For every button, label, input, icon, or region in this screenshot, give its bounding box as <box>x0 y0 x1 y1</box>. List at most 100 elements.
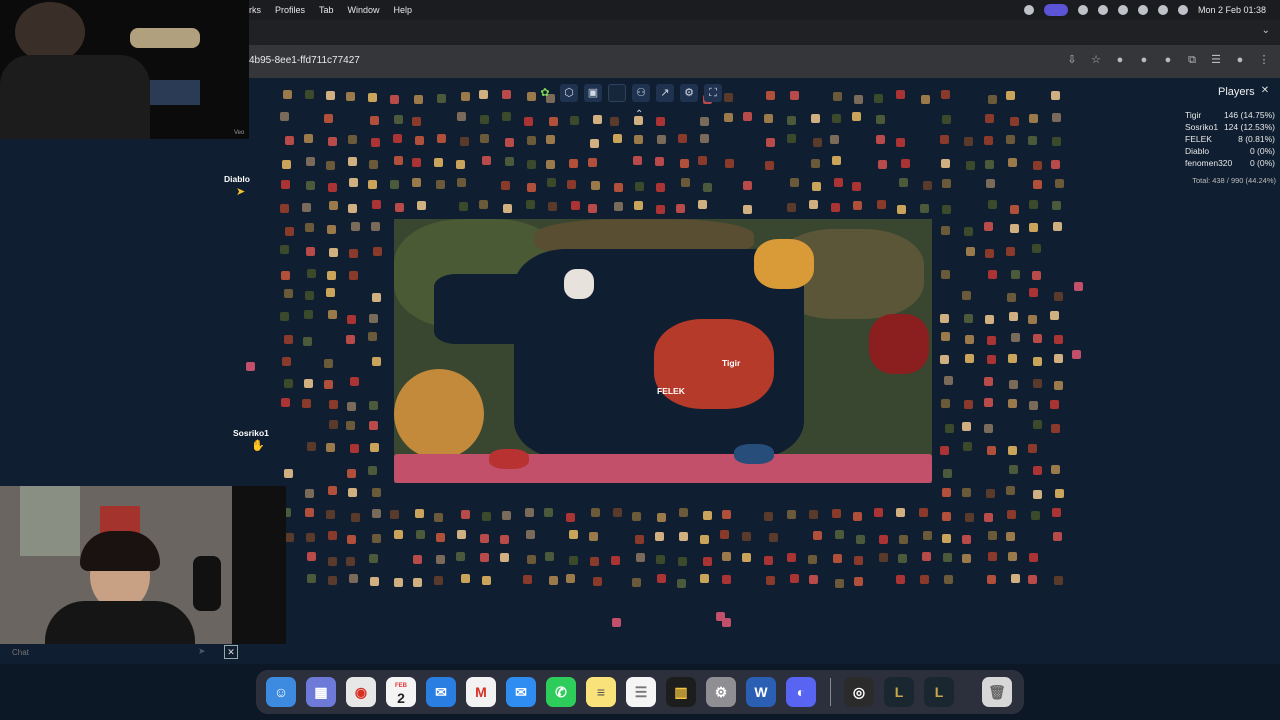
puzzle-piece[interactable] <box>722 575 731 584</box>
puzzle-piece[interactable] <box>328 486 337 495</box>
puzzle-piece[interactable] <box>962 488 971 497</box>
puzzle-piece[interactable] <box>1029 200 1038 209</box>
puzzle-piece[interactable] <box>304 379 313 388</box>
puzzle-piece[interactable] <box>304 134 313 143</box>
puzzle-piece[interactable] <box>571 201 580 210</box>
puzzle-piece[interactable] <box>876 135 885 144</box>
obs-icon[interactable]: ◎ <box>844 677 874 707</box>
puzzle-piece[interactable] <box>1028 444 1037 453</box>
menu-item-tab[interactable]: Tab <box>319 5 334 15</box>
puzzle-piece[interactable] <box>765 161 774 170</box>
puzzle-piece[interactable] <box>963 442 972 451</box>
mail-icon[interactable]: ✉ <box>506 677 536 707</box>
puzzle-piece[interactable] <box>280 245 289 254</box>
puzzle-piece[interactable] <box>879 553 888 562</box>
preview-image-icon[interactable]: ▣ <box>584 84 602 102</box>
puzzle-piece[interactable] <box>988 95 997 104</box>
puzzle-piece[interactable] <box>679 508 688 517</box>
puzzle-piece[interactable] <box>461 92 470 101</box>
puzzle-piece[interactable] <box>1033 379 1042 388</box>
puzzle-piece[interactable] <box>307 442 316 451</box>
puzzle-piece[interactable] <box>743 112 752 121</box>
puzzle-piece[interactable] <box>285 227 294 236</box>
puzzle-piece[interactable] <box>984 424 993 433</box>
puzzle-piece[interactable] <box>328 137 337 146</box>
puzzle-piece[interactable] <box>1008 158 1017 167</box>
puzzle-piece[interactable] <box>479 200 488 209</box>
puzzle-piece[interactable] <box>966 247 975 256</box>
menu-item-window[interactable]: Window <box>348 5 380 15</box>
puzzle-piece[interactable] <box>854 95 863 104</box>
puzzle-piece[interactable] <box>942 205 951 214</box>
address-url[interactable]: 4b95-8ee1-ffd711c77427 <box>249 55 360 66</box>
puzzle-piece-icon[interactable]: ✿ <box>536 84 554 102</box>
puzzle-piece[interactable] <box>350 444 359 453</box>
puzzle-piece[interactable] <box>1050 311 1059 320</box>
puzzle-piece[interactable] <box>769 533 778 542</box>
puzzle-piece[interactable] <box>878 160 887 169</box>
puzzle-piece[interactable] <box>280 312 289 321</box>
puzzle-piece[interactable] <box>1074 282 1083 291</box>
puzzle-piece[interactable] <box>326 91 335 100</box>
bookmark-star-icon[interactable]: ☆ <box>1090 54 1102 66</box>
puzzle-piece[interactable] <box>722 618 731 627</box>
puzzle-piece[interactable] <box>896 508 905 517</box>
puzzle-piece[interactable] <box>370 577 379 586</box>
puzzle-board[interactable] <box>394 219 932 483</box>
puzzle-piece[interactable] <box>984 222 993 231</box>
puzzle-piece[interactable] <box>657 574 666 583</box>
puzzle-piece[interactable] <box>1008 399 1017 408</box>
puzzle-piece[interactable] <box>329 248 338 257</box>
puzzle-piece[interactable] <box>390 180 399 189</box>
puzzle-piece[interactable] <box>373 247 382 256</box>
puzzle-piece[interactable] <box>633 156 642 165</box>
puzzle-piece[interactable] <box>346 335 355 344</box>
puzzle-piece[interactable] <box>372 357 381 366</box>
puzzle-piece[interactable] <box>965 335 974 344</box>
puzzle-piece[interactable] <box>940 446 949 455</box>
puzzle-piece[interactable] <box>349 271 358 280</box>
puzzle-piece[interactable] <box>832 114 841 123</box>
puzzle-piece[interactable] <box>283 90 292 99</box>
puzzle-piece[interactable] <box>853 201 862 210</box>
puzzle-piece[interactable] <box>614 183 623 192</box>
puzzle-piece[interactable] <box>945 424 954 433</box>
puzzle-piece[interactable] <box>1010 205 1019 214</box>
puzzle-piece[interactable] <box>372 534 381 543</box>
puzzle-piece[interactable] <box>394 530 403 539</box>
close-icon[interactable]: ✕ <box>1259 85 1271 97</box>
profile-avatar-icon[interactable]: ● <box>1234 54 1246 66</box>
puzzle-piece[interactable] <box>368 466 377 475</box>
puzzle-piece[interactable] <box>790 91 799 100</box>
puzzle-piece[interactable] <box>326 510 335 519</box>
puzzle-piece[interactable] <box>965 354 974 363</box>
puzzle-piece[interactable] <box>281 180 290 189</box>
puzzle-piece[interactable] <box>987 336 996 345</box>
puzzle-piece[interactable] <box>326 161 335 170</box>
puzzle-piece[interactable] <box>725 159 734 168</box>
puzzle-piece[interactable] <box>703 511 712 520</box>
puzzle-piece[interactable] <box>987 446 996 455</box>
chrome-icon[interactable]: ◉ <box>346 677 376 707</box>
puzzle-piece[interactable] <box>988 200 997 209</box>
fullscreen-icon[interactable]: ⛶ <box>704 84 722 102</box>
puzzle-piece[interactable] <box>1054 292 1063 301</box>
puzzle-piece[interactable] <box>742 532 751 541</box>
puzzle-piece[interactable] <box>897 205 906 214</box>
puzzle-piece[interactable] <box>327 271 336 280</box>
puzzle-piece[interactable] <box>590 557 599 566</box>
puzzle-piece[interactable] <box>437 94 446 103</box>
control-center-icon[interactable] <box>1177 5 1188 15</box>
puzzle-piece[interactable] <box>348 157 357 166</box>
puzzle-piece[interactable] <box>965 513 974 522</box>
puzzle-piece[interactable] <box>369 554 378 563</box>
puzzle-piece[interactable] <box>833 92 842 101</box>
puzzle-piece[interactable] <box>280 112 289 121</box>
puzzle-piece[interactable] <box>877 200 886 209</box>
puzzle-piece[interactable] <box>482 576 491 585</box>
puzzle-piece[interactable] <box>1011 574 1020 583</box>
puzzle-piece[interactable] <box>941 332 950 341</box>
tray-icon[interactable] <box>1023 5 1034 15</box>
puzzle-piece[interactable] <box>987 575 996 584</box>
puzzle-piece[interactable] <box>787 510 796 519</box>
